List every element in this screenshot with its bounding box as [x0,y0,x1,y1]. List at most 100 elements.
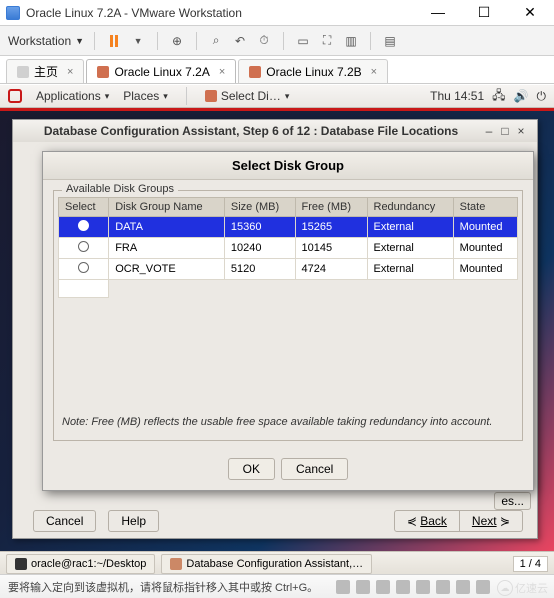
clock[interactable]: Thu 14:51 [430,89,484,103]
home-icon [17,66,29,78]
fullscreen-icon[interactable]: ⛶ [318,32,336,50]
vm-tab-bar: 主页 × Oracle Linux 7.2A × Oracle Linux 7.… [0,56,554,84]
minimize-button[interactable]: — [420,2,456,24]
vmware-status-bar: 要将输入定向到该虚拟机，请将鼠标指针移入其中或按 Ctrl+G。 [0,574,554,598]
vmware-titlebar: Oracle Linux 7.2A - VMware Workstation —… [0,0,554,26]
cell-free: 4724 [295,259,367,280]
workstation-menu[interactable]: Workstation ▼ [8,34,84,48]
multimon-icon[interactable]: ▥ [342,32,360,50]
cell-size: 15360 [224,217,295,238]
dbca-maximize-button[interactable]: □ [497,124,513,138]
cancel-button[interactable]: Cancel [33,510,96,532]
watermark: ☁ 亿速云 [497,580,548,596]
oracle-logo-icon[interactable] [8,89,22,103]
snapshot-mgr-icon[interactable]: ⌕ [207,32,225,50]
vmware-app-icon [6,6,20,20]
hdd-icon[interactable] [336,580,350,594]
toolbar-caret-icon[interactable]: ▼ [129,32,147,50]
radio-select[interactable] [78,241,89,252]
net-icon[interactable] [396,580,410,594]
display-icon[interactable] [476,580,490,594]
cancel-button[interactable]: Cancel [281,458,348,480]
floppy-icon[interactable] [376,580,390,594]
back-button[interactable]: ⋞ Back [394,510,460,532]
unity-icon[interactable]: ▭ [294,32,312,50]
col-free: Free (MB) [295,198,367,217]
workstation-menu-label: Workstation [8,34,71,48]
close-icon[interactable]: × [219,66,225,78]
dbca-minimize-button[interactable]: – [481,124,497,138]
table-row[interactable]: OCR_VOTE 5120 4724 External Mounted [59,259,518,280]
tab-vm-a[interactable]: Oracle Linux 7.2A × [86,59,236,83]
cell-size: 5120 [224,259,295,280]
maximize-button[interactable]: ☐ [466,2,502,24]
dbca-nav-footer: Cancel Help ⋞ Back Next ⋟ [13,510,537,532]
taskbar-dbca[interactable]: Database Configuration Assistant,… [161,554,372,574]
applications-menu[interactable]: Applications▾ [36,89,109,103]
library-icon[interactable]: ▤ [381,32,399,50]
dbca-icon [170,558,182,570]
col-select: Select [59,198,109,217]
col-name: Disk Group Name [109,198,225,217]
taskbar-terminal[interactable]: oracle@rac1:~/Desktop [6,554,155,574]
vm-icon [249,66,261,78]
cd-icon[interactable] [356,580,370,594]
gnome-taskbar: oracle@rac1:~/Desktop Database Configura… [0,551,554,575]
col-redundancy: Redundancy [367,198,453,217]
available-disk-groups-fieldset: Available Disk Groups Select Disk Group … [53,190,523,441]
volume-icon[interactable]: 🔊 [514,89,529,103]
caret-icon: ▼ [75,36,84,46]
close-button[interactable]: ✕ [512,2,548,24]
close-icon[interactable]: × [371,66,377,78]
dbca-title-text: Database Configuration Assistant, Step 6… [21,124,481,138]
cell-name: OCR_VOTE [109,259,225,280]
vm-icon [97,66,109,78]
taskbar-label: Database Configuration Assistant,… [186,558,363,570]
next-button[interactable]: Next ⋟ [460,510,523,532]
browse-button-2[interactable]: es... [494,492,531,510]
cell-redundancy: External [367,217,453,238]
separator [186,87,187,105]
vmware-toolbar: Workstation ▼ ▼ ⊕ ⌕ ↶ ⏱ ▭ ⛶ ▥ ▤ [0,26,554,56]
cloud-icon: ☁ [497,580,513,596]
device-status-icons [336,580,490,594]
radio-select[interactable] [78,220,89,231]
sound-icon[interactable] [436,580,450,594]
ok-button[interactable]: OK [228,458,275,480]
usb-icon[interactable] [416,580,430,594]
help-button[interactable]: Help [108,510,159,532]
revert-icon[interactable]: ↶ [231,32,249,50]
terminal-icon [15,558,27,570]
snapshot-icon[interactable]: ⊕ [168,32,186,50]
dialog-title: Select Disk Group [43,152,533,180]
dbca-close-button[interactable]: × [513,124,529,138]
printer-icon[interactable] [456,580,470,594]
radio-select[interactable] [78,262,89,273]
close-icon[interactable]: × [67,66,73,78]
power-icon[interactable]: ⏻ [537,89,547,104]
table-row[interactable]: DATA 15360 15265 External Mounted [59,217,518,238]
workspace-indicator[interactable]: 1 / 4 [513,556,548,572]
network-icon[interactable]: 🖧 [492,86,505,107]
table-row[interactable]: FRA 10240 10145 External Mounted [59,238,518,259]
cell-free: 10145 [295,238,367,259]
tab-label: Oracle Linux 7.2A [114,65,209,79]
separator [94,32,95,50]
separator [370,32,371,50]
active-app-menu[interactable]: Select Di…▾ [205,89,290,103]
select-disk-group-dialog: Select Disk Group Available Disk Groups … [42,151,534,491]
tab-home[interactable]: 主页 × [6,59,84,83]
window-title: Oracle Linux 7.2A - VMware Workstation [26,6,420,20]
separator [157,32,158,50]
separator [283,32,284,50]
gnome-top-bar: Applications▾ Places▾ Select Di…▾ Thu 14… [0,84,554,108]
tab-vm-b[interactable]: Oracle Linux 7.2B × [238,59,388,83]
places-menu[interactable]: Places▾ [123,89,168,103]
pause-icon[interactable] [105,32,123,50]
taskbar-label: oracle@rac1:~/Desktop [31,558,146,570]
table-empty-row [59,280,518,298]
cell-redundancy: External [367,259,453,280]
cell-state: Mounted [453,259,517,280]
settings-icon[interactable]: ⏱ [255,32,273,50]
watermark-text: 亿速云 [515,580,548,596]
